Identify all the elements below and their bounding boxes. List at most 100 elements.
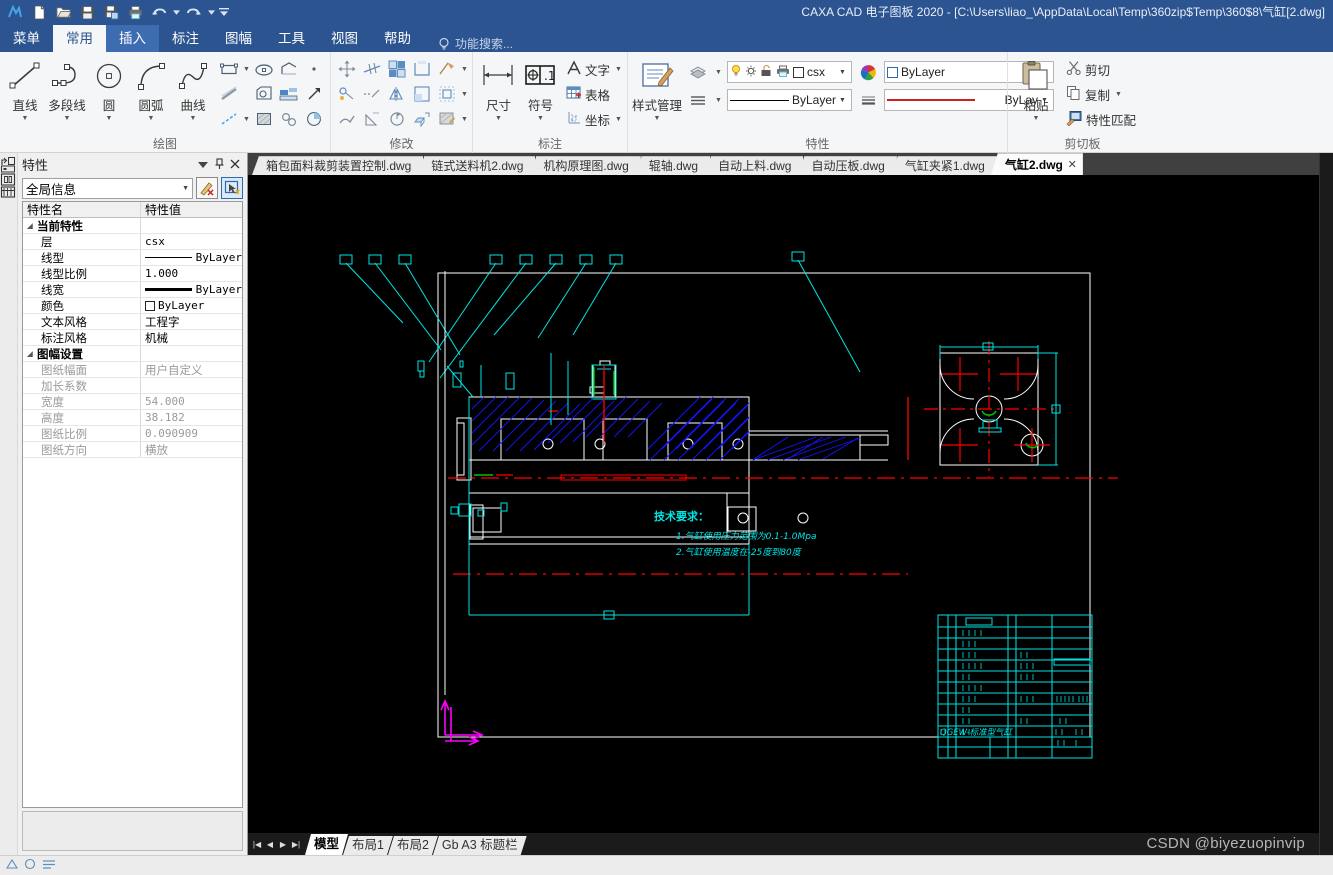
document-tab-7[interactable]: 气缸2.dwg ✕: [990, 153, 1083, 175]
save-as-file-icon[interactable]: [100, 2, 122, 23]
function-search[interactable]: 功能搜索...: [438, 35, 513, 52]
properties-section-sheet[interactable]: ◢ 图幅设置: [23, 346, 242, 362]
last-layout-button[interactable]: ▶|: [290, 834, 302, 854]
corner-icon[interactable]: [410, 82, 434, 106]
status-icon-2[interactable]: [24, 858, 36, 873]
properties-section-current[interactable]: ◢ 当前特性: [23, 218, 242, 234]
layer-color-box-icon[interactable]: [793, 66, 805, 78]
move-icon[interactable]: [335, 57, 359, 81]
redo-icon[interactable]: [183, 2, 205, 23]
tool-line[interactable]: 直线 ▼: [4, 55, 46, 122]
style-manager-dropdown-icon[interactable]: ▼: [654, 115, 661, 122]
gear-tooth-icon[interactable]: [277, 107, 301, 131]
cut-button[interactable]: 剪切: [1063, 57, 1113, 81]
left-vertical-tab-strip[interactable]: [0, 153, 18, 855]
layer-dropdown-icon[interactable]: ▼: [714, 60, 723, 84]
rectangle-dropdown-icon[interactable]: ▼: [242, 57, 251, 81]
new-file-icon[interactable]: [28, 2, 50, 23]
tool-arc-dropdown-icon[interactable]: ▼: [148, 115, 155, 122]
layout-tab-gb-a3[interactable]: Gb A3 标题栏: [433, 836, 527, 855]
lineweight-icon[interactable]: [856, 88, 880, 112]
bulb-icon[interactable]: [730, 64, 742, 81]
tool-text-dropdown-icon[interactable]: ▼: [614, 57, 623, 81]
undo-dropdown-icon[interactable]: [172, 2, 181, 23]
print-icon[interactable]: [124, 2, 146, 23]
style-manager-button[interactable]: 样式管理 ▼: [632, 55, 682, 122]
copy-button[interactable]: 复制: [1063, 82, 1113, 106]
linetype-combo-arrow-icon[interactable]: ▼: [836, 97, 849, 104]
property-row-linetype[interactable]: 线型 ByLayer: [23, 250, 242, 266]
prev-layout-button[interactable]: ◀: [264, 834, 276, 854]
document-tab-0[interactable]: 箱包面料裁剪装置控制.dwg: [252, 156, 424, 175]
tool-symbol[interactable]: .1 符号 ▼: [520, 55, 561, 122]
layout-tab-layout1[interactable]: 布局1: [343, 836, 393, 855]
canvas-vertical-scrollbar[interactable]: [1319, 153, 1333, 855]
sun-icon[interactable]: [745, 64, 757, 81]
ribbon-tab-help[interactable]: 帮助: [371, 25, 424, 52]
tool-dimension[interactable]: 尺寸 ▼: [477, 55, 520, 122]
ribbon-tab-home[interactable]: 常用: [53, 25, 106, 52]
property-row-lineweight[interactable]: 线宽 ByLayer: [23, 282, 242, 298]
ribbon-tab-view[interactable]: 视图: [318, 25, 371, 52]
tool-arc[interactable]: 圆弧 ▼: [130, 55, 172, 122]
section-sheet-collapse-icon[interactable]: ◢: [23, 350, 37, 358]
dashed-line-dropdown-icon[interactable]: ▼: [242, 107, 251, 131]
local-enlarge-icon[interactable]: [252, 82, 276, 106]
array-icon[interactable]: [385, 57, 409, 81]
point-icon[interactable]: [302, 57, 326, 81]
drawing-canvas[interactable]: 技术要求： 1.气缸使用压力范围为0.1-1.0Mpa 2.气缸使用温度在-25…: [248, 175, 1319, 833]
ribbon-tab-menu[interactable]: 菜单: [0, 25, 53, 52]
document-tab-1[interactable]: 链式送料机2.dwg: [417, 156, 536, 175]
document-tab-close-icon[interactable]: ✕: [1068, 154, 1077, 175]
tool-coordinate-dropdown-icon[interactable]: ▼: [614, 107, 623, 131]
tool-circle-dropdown-icon[interactable]: ▼: [106, 115, 113, 122]
match-properties-button[interactable]: 特性匹配: [1063, 107, 1139, 131]
ribbon-tab-annotate[interactable]: 标注: [159, 25, 212, 52]
pie-fill-icon[interactable]: [302, 107, 326, 131]
document-tab-2[interactable]: 机构原理图.dwg: [529, 156, 641, 175]
stretch-icon[interactable]: [360, 82, 384, 106]
centerline-icon[interactable]: [217, 82, 241, 106]
tool-polyline[interactable]: 多段线 ▼: [46, 55, 88, 122]
document-tab-6[interactable]: 气缸夹紧1.dwg: [890, 156, 997, 175]
mirror-icon[interactable]: [385, 82, 409, 106]
status-icon-1[interactable]: [6, 858, 18, 873]
paste-dropdown-icon[interactable]: ▼: [1033, 115, 1040, 122]
next-layout-button[interactable]: ▶: [277, 834, 289, 854]
app-logo-icon[interactable]: [4, 2, 26, 23]
layer-icon[interactable]: [686, 60, 710, 84]
chamfer-icon[interactable]: [435, 57, 459, 81]
customize-qat-icon[interactable]: [218, 2, 230, 23]
linetype-combo[interactable]: ByLayer ▼: [727, 89, 853, 111]
panel-close-icon[interactable]: [227, 156, 243, 172]
offset-icon[interactable]: [435, 82, 459, 106]
dashed-line-icon[interactable]: [217, 107, 241, 131]
edit-hatch-icon[interactable]: [435, 107, 459, 131]
drawing-library-icon[interactable]: [0, 156, 16, 214]
tool-spline[interactable]: 曲线 ▼: [172, 55, 214, 122]
ribbon-tab-sheet[interactable]: 图幅: [212, 25, 265, 52]
copy-dropdown-icon[interactable]: ▼: [1114, 82, 1123, 106]
layout-tab-layout2[interactable]: 布局2: [388, 836, 438, 855]
pick-object-button[interactable]: [221, 177, 243, 199]
property-row-text-style[interactable]: 文本风格 工程字: [23, 314, 242, 330]
document-tab-3[interactable]: 辊轴.dwg: [634, 156, 711, 175]
arrow-icon[interactable]: [302, 82, 326, 106]
cad-drawing[interactable]: 技术要求： 1.气缸使用压力范围为0.1-1.0Mpa 2.气缸使用温度在-25…: [248, 175, 1319, 833]
linetype-dropdown-icon[interactable]: ▼: [714, 88, 723, 112]
properties-scope-combo[interactable]: 全局信息 ▼: [22, 177, 193, 199]
undo-icon[interactable]: [148, 2, 170, 23]
property-row-dim-style[interactable]: 标注风格 机械: [23, 330, 242, 346]
document-tab-5[interactable]: 自动压板.dwg: [797, 156, 897, 175]
properties-scope-arrow-icon[interactable]: ▼: [182, 185, 189, 192]
tool-spline-dropdown-icon[interactable]: ▼: [190, 115, 197, 122]
first-layout-button[interactable]: |◀: [251, 834, 263, 854]
extend-icon[interactable]: [410, 57, 434, 81]
hatch-fill-icon[interactable]: [252, 107, 276, 131]
layer-combo[interactable]: csx ▼: [727, 61, 853, 83]
layout-tab-model[interactable]: 模型: [305, 834, 348, 855]
document-tab-4[interactable]: 自动上料.dwg: [704, 156, 804, 175]
status-icon-3[interactable]: [42, 858, 56, 873]
tool-polyline-dropdown-icon[interactable]: ▼: [64, 115, 71, 122]
panel-pin-icon[interactable]: [211, 156, 227, 172]
